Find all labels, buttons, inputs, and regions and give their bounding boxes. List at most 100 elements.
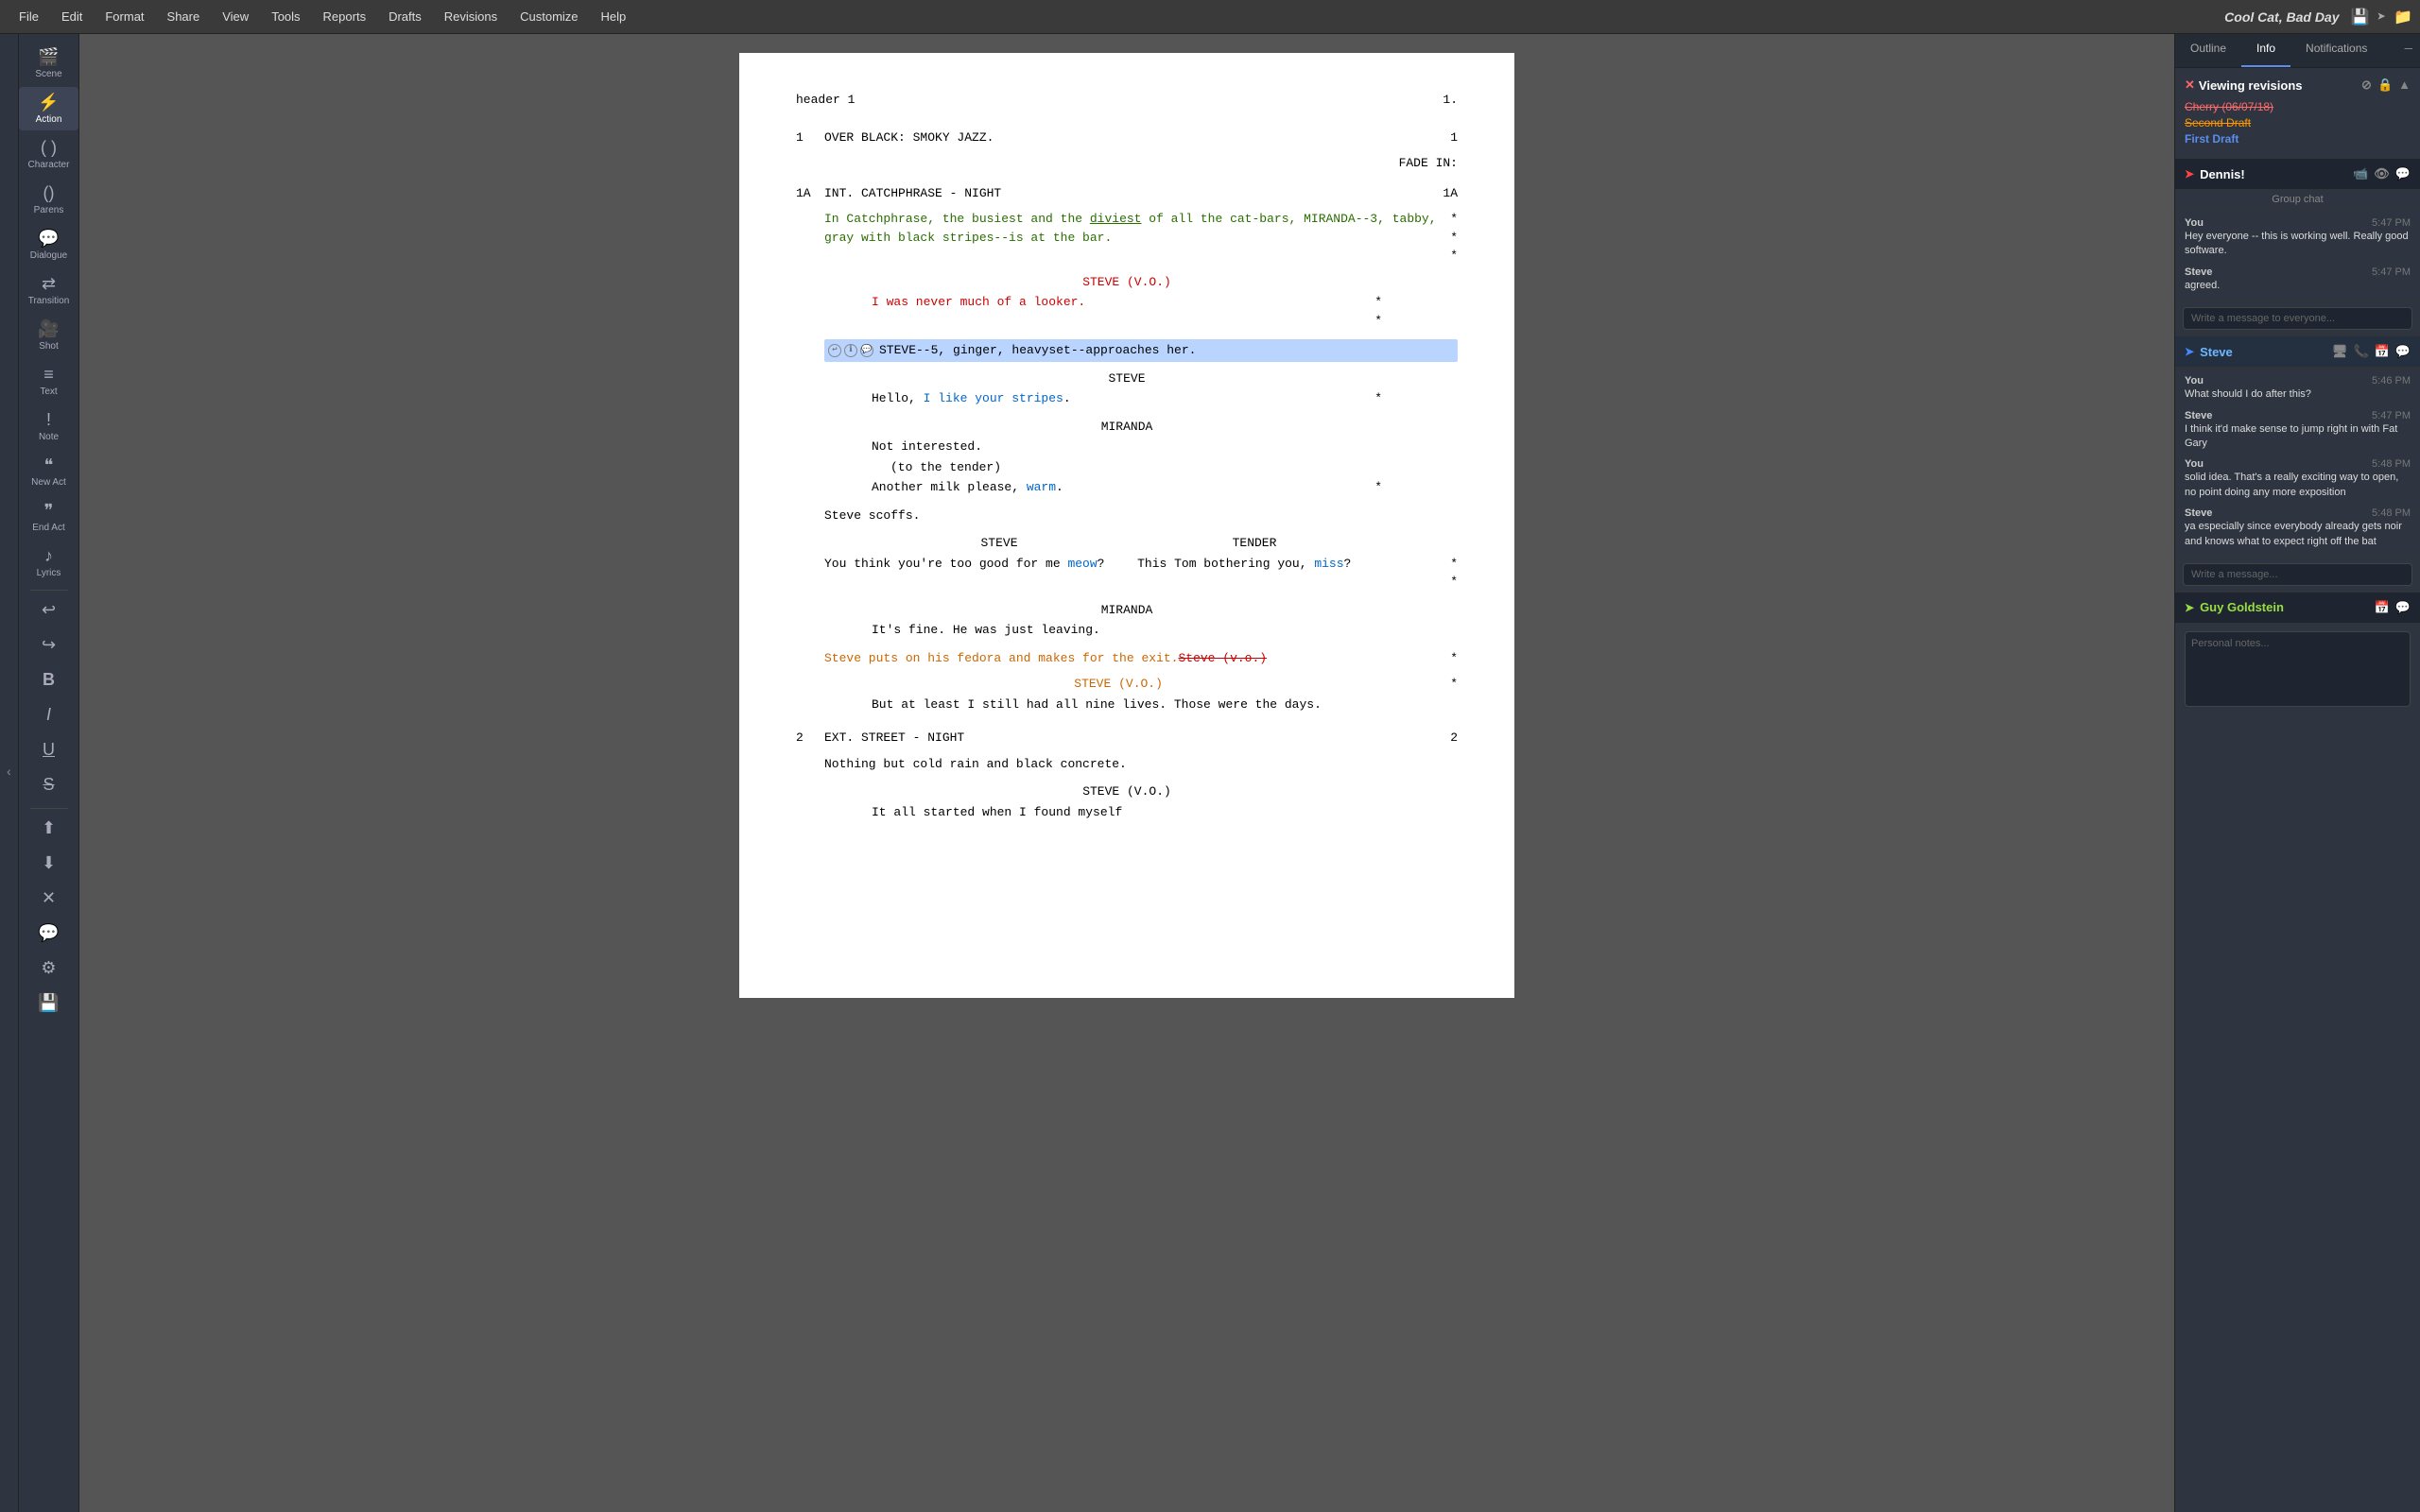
strikethrough-icon: S — [43, 775, 54, 795]
sidebar-item-shot[interactable]: 🎥 Shot — [19, 314, 78, 357]
line-num-1a: 1A — [796, 184, 824, 203]
sidebar-item-chat[interactable]: 💬 — [19, 918, 78, 951]
upload-icon: ⬆ — [42, 818, 56, 838]
steve-phone-icon[interactable]: 📞 — [2353, 344, 2368, 359]
sidebar-item-new-act-label: New Act — [31, 477, 66, 488]
group-chat-label[interactable]: Group chat — [2175, 190, 2420, 210]
sidebar-item-redo[interactable]: ↪ — [19, 629, 78, 662]
steve-chat-icon[interactable]: 💬 — [2395, 344, 2411, 359]
tab-info[interactable]: Info — [2241, 34, 2290, 67]
sidebar-item-undo[interactable]: ↩ — [19, 594, 78, 627]
msg-time-4: 5:47 PM — [2372, 410, 2411, 421]
menu-help[interactable]: Help — [590, 6, 638, 27]
scene-action-1: OVER BLACK: SMOKY JAZZ. — [824, 129, 1431, 147]
sidebar-item-action[interactable]: ⚡ Action — [19, 87, 78, 130]
script-area[interactable]: header 1 1. 1 OVER BLACK: SMOKY JAZZ. 1 … — [79, 34, 2174, 1512]
sidebar-item-dialogue[interactable]: 💬 Dialogue — [19, 223, 78, 266]
guy-calendar-icon[interactable]: 📅 — [2375, 600, 2390, 615]
sidebar-item-settings[interactable]: ⚙ — [19, 953, 78, 986]
sidebar-item-text[interactable]: ≡ Text — [19, 359, 78, 403]
sidebar-item-scene[interactable]: 🎬 Scene — [19, 42, 78, 85]
sidebar-item-character[interactable]: ( ) Character — [19, 132, 78, 176]
dialogue-miranda-1: Not interested. — [796, 438, 1458, 456]
dennis-video-icon[interactable]: 📹 — [2353, 166, 2368, 181]
revision-chat-icon[interactable]: 💬 — [860, 344, 873, 357]
share-icon[interactable]: ➤ — [2377, 8, 2386, 26]
revision-first-draft[interactable]: First Draft — [2185, 132, 2411, 146]
revision-info-icon[interactable]: ℹ — [844, 344, 857, 357]
personal-notes-section — [2175, 624, 2420, 1512]
sidebar-item-remove[interactable]: ✕ — [19, 883, 78, 916]
guy-header-icons: 📅 💬 — [2375, 600, 2411, 615]
revisions-settings-icon[interactable]: ⊘ — [2361, 77, 2372, 93]
sidebar-item-new-act[interactable]: ❝ New Act — [19, 450, 78, 493]
save-icon[interactable]: 💾 — [2351, 8, 2370, 26]
action-icon: ⚡ — [38, 93, 59, 112]
revisions-close-icon[interactable]: ✕ — [2185, 77, 2195, 93]
menu-customize[interactable]: Customize — [509, 6, 589, 27]
menu-drafts[interactable]: Drafts — [377, 6, 433, 27]
end-act-icon: ❞ — [44, 501, 54, 521]
steve-calendar-icon[interactable]: 📅 — [2375, 344, 2390, 359]
sidebar-item-underline[interactable]: U — [19, 734, 78, 767]
sidebar-item-download[interactable]: ⬇ — [19, 848, 78, 881]
chat-header-dennis[interactable]: ➤ Dennis! 📹 👁 💬 — [2175, 159, 2420, 190]
page-num-1: 1 — [1450, 129, 1458, 147]
dennis-eye-icon[interactable]: 👁 — [2374, 166, 2390, 181]
menu-view[interactable]: View — [211, 6, 260, 27]
sidebar-item-lyrics[interactable]: ♪ Lyrics — [19, 541, 78, 584]
remove-icon: ✕ — [42, 888, 56, 908]
sidebar-item-italic[interactable]: I — [19, 699, 78, 732]
dennis-header-icons: 📹 👁 💬 — [2353, 166, 2411, 181]
menu-format[interactable]: Format — [94, 6, 155, 27]
sidebar-item-lyrics-label: Lyrics — [37, 568, 61, 578]
tab-outline[interactable]: Outline — [2175, 34, 2241, 67]
tab-notifications[interactable]: Notifications — [2290, 34, 2382, 67]
revisions-title-text: Viewing revisions — [2199, 78, 2303, 93]
sidebar-item-parens[interactable]: () Parens — [19, 178, 78, 221]
revisions-lock-icon[interactable]: 🔒 — [2377, 77, 2393, 93]
guy-chat-icon[interactable]: 💬 — [2395, 600, 2411, 615]
menu-edit[interactable]: Edit — [50, 6, 94, 27]
bold-icon: B — [43, 670, 55, 690]
chat-header-steve[interactable]: ➤ Steve 🖥 📞 📅 💬 — [2175, 336, 2420, 368]
menu-reports[interactable]: Reports — [312, 6, 378, 27]
left-collapse-button[interactable]: ‹ — [0, 34, 19, 1512]
sidebar-item-upload[interactable]: ⬆ — [19, 813, 78, 846]
sidebar-item-end-act[interactable]: ❞ End Act — [19, 495, 78, 539]
right-panel-tabs: Outline Info Notifications — — [2175, 34, 2420, 68]
menu-revisions[interactable]: Revisions — [433, 6, 509, 27]
dennis-name: Dennis! — [2200, 167, 2245, 181]
sidebar-item-strikethrough[interactable]: S — [19, 769, 78, 802]
steve-desktop-icon[interactable]: 🖥 — [2332, 344, 2348, 359]
revisions-up-icon[interactable]: ▲ — [2398, 77, 2411, 93]
sidebar-divider-2 — [30, 808, 68, 809]
msg-sender-you-1: You — [2185, 217, 2204, 229]
dennis-messages: You 5:47 PM Hey everyone -- this is work… — [2175, 210, 2420, 301]
msg-body-4: I think it'd make sense to jump right in… — [2185, 422, 2411, 452]
sidebar-item-save[interactable]: 💾 — [19, 988, 78, 1021]
dennis-message-input[interactable] — [2183, 307, 2412, 330]
sidebar-item-bold[interactable]: B — [19, 664, 78, 697]
right-panel-close[interactable]: — — [2397, 34, 2420, 67]
dennis-chat-icon[interactable]: 💬 — [2395, 166, 2411, 181]
sidebar-item-transition[interactable]: ⇄ Transition — [19, 268, 78, 312]
msg-time-1: 5:47 PM — [2372, 217, 2411, 229]
chat-header-guy[interactable]: ➤ Guy Goldstein 📅 💬 — [2175, 593, 2420, 624]
sidebar-item-note[interactable]: ! Note — [19, 404, 78, 448]
steve-message-input[interactable] — [2183, 563, 2412, 586]
revision-undo-icon[interactable]: ↩ — [828, 344, 841, 357]
revision-cherry[interactable]: Cherry (06/07/18) — [2185, 100, 2411, 113]
msg-time-6: 5:48 PM — [2372, 507, 2411, 519]
dennis-send-icon: ➤ — [2185, 167, 2194, 180]
menu-file[interactable]: File — [8, 6, 50, 27]
steve-header-icons: 🖥 📞 📅 💬 — [2332, 344, 2411, 359]
menu-tools[interactable]: Tools — [260, 6, 311, 27]
chat-icon: 💬 — [38, 923, 59, 943]
character-steve-1: STEVE — [796, 369, 1458, 388]
menu-share[interactable]: Share — [156, 6, 212, 27]
folder-icon[interactable]: 📁 — [2394, 8, 2412, 26]
revision-second-draft[interactable]: Second Draft — [2185, 116, 2411, 129]
action-highlighted-steve: ↩ ℹ 💬 STEVE--5, ginger, heavyset--approa… — [824, 339, 1458, 362]
personal-notes-input[interactable] — [2185, 631, 2411, 707]
